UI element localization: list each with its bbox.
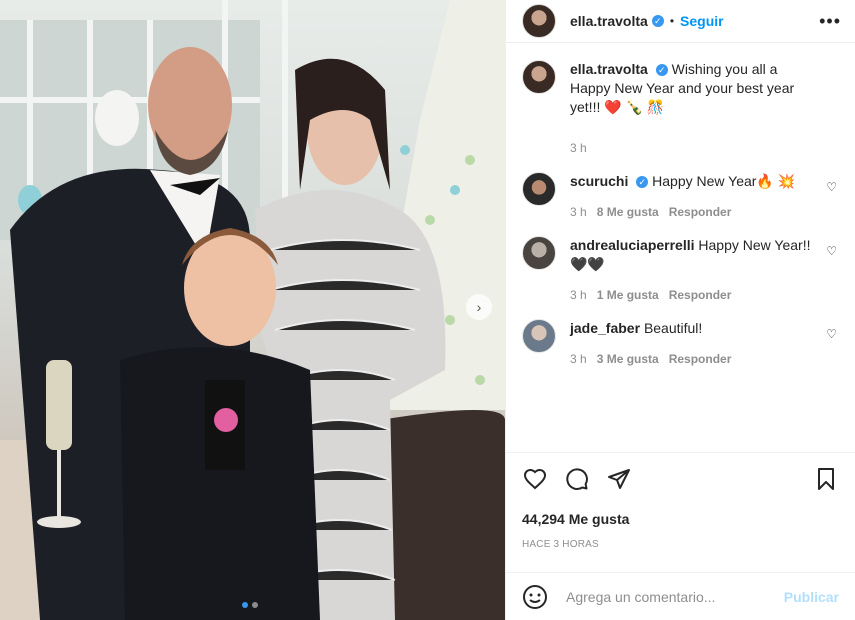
follow-button[interactable]: Seguir (680, 13, 724, 29)
comment-username[interactable]: jade_faber (570, 320, 640, 336)
caption: ella.travolta ✓ Wishing you all a Happy … (522, 60, 839, 158)
comment-avatar[interactable] (522, 172, 556, 206)
bookmark-icon[interactable] (813, 466, 839, 492)
author-avatar[interactable] (522, 4, 556, 38)
comment-avatar[interactable] (522, 319, 556, 353)
comment-item: andrealuciaperrelli Happy New Year!! 🖤🖤 … (522, 236, 839, 305)
chevron-right-icon: › (476, 299, 482, 315)
carousel-dot (242, 602, 248, 608)
comment-item: scuruchi ✓ Happy New Year🔥 💥 3 h 8 Me gu… (522, 172, 839, 222)
share-icon[interactable] (606, 466, 632, 492)
add-comment-bar: Publicar (506, 572, 855, 620)
verified-icon: ✓ (636, 176, 649, 189)
comments-list[interactable]: ella.travolta ✓ Wishing you all a Happy … (506, 60, 855, 446)
caption-username[interactable]: ella.travolta (570, 61, 648, 77)
comment-icon[interactable] (564, 466, 590, 492)
caption-avatar[interactable] (522, 60, 556, 94)
carousel-dot (252, 602, 258, 608)
heart-icon[interactable]: ♡ (826, 180, 837, 194)
comment-text: Beautiful! (643, 320, 703, 336)
comment-likes[interactable]: 1 Me gusta (597, 286, 659, 305)
verified-icon: ✓ (655, 64, 668, 77)
comment-item: jade_faber Beautiful! 3 h 3 Me gusta Res… (522, 319, 839, 369)
caption-time: 3 h (570, 141, 587, 155)
heart-icon[interactable]: ♡ (826, 327, 837, 341)
comment-likes[interactable]: 3 Me gusta (597, 350, 659, 369)
emoji-icon[interactable] (522, 584, 548, 610)
comment-username[interactable]: scuruchi (570, 173, 628, 189)
likes-count[interactable]: 44,294 Me gusta (522, 511, 839, 527)
post-photo[interactable]: › (0, 0, 505, 620)
post-comment-button[interactable]: Publicar (784, 589, 839, 605)
post-side-panel: ella.travolta ✓ • Seguir ••• ella.travol… (505, 0, 855, 620)
reply-button[interactable]: Responder (669, 203, 732, 222)
comment-username[interactable]: andrealuciaperrelli (570, 237, 695, 253)
heart-icon[interactable]: ♡ (826, 244, 837, 258)
heart-icon[interactable] (522, 466, 548, 492)
post-modal: › ella.travolta ✓ • Seguir ••• ella.trav… (0, 0, 855, 620)
reply-button[interactable]: Responder (669, 286, 732, 305)
verified-icon: ✓ (651, 15, 664, 27)
post-header: ella.travolta ✓ • Seguir ••• (506, 0, 855, 43)
post-timestamp: HACE 3 HORAS (522, 539, 599, 550)
more-options-button[interactable]: ••• (819, 11, 841, 32)
photo-illustration (0, 0, 505, 620)
comment-input[interactable] (564, 587, 784, 606)
action-bar (522, 465, 839, 493)
carousel-indicator (242, 602, 258, 608)
comment-time: 3 h (570, 205, 587, 219)
header-separator: • (669, 14, 675, 28)
next-photo-button[interactable]: › (466, 294, 492, 320)
comment-avatar[interactable] (522, 236, 556, 270)
comment-time: 3 h (570, 288, 587, 302)
comment-likes[interactable]: 8 Me gusta (597, 203, 659, 222)
reply-button[interactable]: Responder (669, 350, 732, 369)
comment-text: Happy New Year🔥 💥 (652, 173, 796, 189)
comment-time: 3 h (570, 352, 587, 366)
post-actions: 44,294 Me gusta HACE 3 HORAS (506, 452, 855, 550)
author-username[interactable]: ella.travolta (570, 13, 648, 29)
